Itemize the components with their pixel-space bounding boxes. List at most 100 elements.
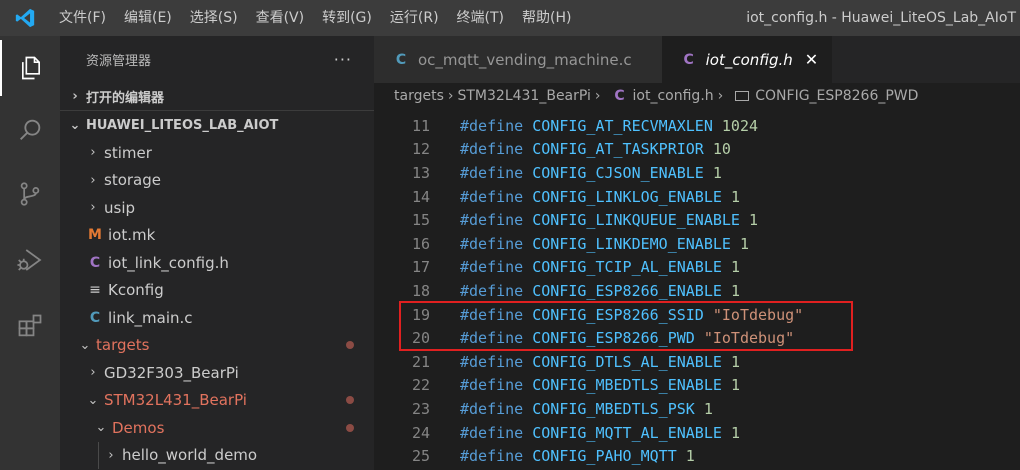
tree-item[interactable]: › hello_world_demo xyxy=(60,441,374,469)
code-text: #define CONFIG_PAHO_MQTT 1 xyxy=(460,447,695,465)
code-text: #define CONFIG_LINKDEMO_ENABLE 1 xyxy=(460,235,749,253)
tab-iot-config-h[interactable]: Ciot_config.h ✕ xyxy=(661,36,833,83)
macro-name: CONFIG_CJSON_ENABLE xyxy=(532,163,704,182)
code-text: #define CONFIG_TCIP_AL_ENABLE 1 xyxy=(460,258,740,276)
tree-item-label: Demos xyxy=(112,418,165,437)
define-keyword: #define xyxy=(460,352,524,371)
code-line: 19 #define CONFIG_ESP8266_SSID "IoTdebug" xyxy=(374,303,1020,327)
tree-item-label: STM32L431_BearPi xyxy=(104,391,247,410)
menu-item[interactable]: 编辑(E) xyxy=(115,0,181,36)
code-text: #define CONFIG_LINKLOG_ENABLE 1 xyxy=(460,188,740,206)
macro-value: 1 xyxy=(730,258,740,277)
code-text: #define CONFIG_DTLS_AL_ENABLE 1 xyxy=(460,353,740,371)
chevron-right-icon: › xyxy=(108,447,114,463)
macro-value: 1 xyxy=(685,447,695,466)
menu-item[interactable]: 转到(G) xyxy=(313,0,381,36)
code-line: 16 #define CONFIG_LINKDEMO_ENABLE 1 xyxy=(374,232,1020,256)
text-file-icon: ≡ xyxy=(89,282,101,299)
line-number: 18 xyxy=(411,281,430,300)
tree-item-label: usip xyxy=(104,198,136,217)
macro-name: CONFIG_TCIP_AL_ENABLE xyxy=(532,258,722,277)
macro-name: CONFIG_LINKLOG_ENABLE xyxy=(532,187,722,206)
macro-name: CONFIG_MBEDTLS_PSK xyxy=(532,399,695,418)
explorer-icon[interactable] xyxy=(0,40,60,96)
tree-item[interactable]: › usip xyxy=(60,194,374,222)
open-editors-section[interactable]: › 打开的编辑器 xyxy=(60,82,374,110)
c-file-icon: C xyxy=(614,88,625,104)
define-keyword: #define xyxy=(460,140,524,159)
tree-item[interactable]: Ciot_link_config.h xyxy=(60,249,374,277)
c-file-icon: C xyxy=(89,309,101,326)
open-editors-label: 打开的编辑器 xyxy=(86,90,165,106)
code-text: #define CONFIG_LINKQUEUE_ENABLE 1 xyxy=(460,211,758,229)
tab-oc-mqtt-vending-machine-c[interactable]: Coc_mqtt_vending_machine.c xyxy=(374,36,662,83)
run-debug-icon[interactable] xyxy=(0,232,60,288)
more-actions-icon[interactable]: ··· xyxy=(334,50,352,69)
define-keyword: #define xyxy=(460,187,524,206)
tree-item[interactable]: ⌄ STM32L431_BearPi xyxy=(60,387,374,415)
tree-item[interactable]: Clink_main.c xyxy=(60,304,374,332)
define-keyword: #define xyxy=(460,305,524,324)
line-number: 11 xyxy=(411,116,430,135)
modified-dot-icon xyxy=(346,423,354,432)
code-line: 20 #define CONFIG_ESP8266_PWD "IoTdebug" xyxy=(374,326,1020,350)
code-line: 21 #define CONFIG_DTLS_AL_ENABLE 1 xyxy=(374,350,1020,374)
macro-name: CONFIG_ESP8266_ENABLE xyxy=(532,281,722,300)
menu-item[interactable]: 帮助(H) xyxy=(513,0,580,36)
macro-value: 1 xyxy=(730,187,740,206)
code-text: #define CONFIG_MBEDTLS_PSK 1 xyxy=(460,400,713,418)
breadcrumb-item-targets[interactable]: targets xyxy=(394,88,444,104)
define-keyword: #define xyxy=(460,376,524,395)
tab-label: oc_mqtt_vending_machine.c xyxy=(418,50,632,69)
breadcrumb-item-symbol[interactable]: CONFIG_ESP8266_PWD xyxy=(755,88,918,104)
line-number: 20 xyxy=(411,329,430,348)
chevron-down-icon: ⌄ xyxy=(69,117,81,133)
project-section[interactable]: ⌄ HUAWEI_LITEOS_LAB_AIOT xyxy=(60,110,374,139)
breadcrumb-separator: › xyxy=(717,88,724,104)
line-number: 19 xyxy=(411,305,430,324)
tree-item[interactable]: Miot.mk xyxy=(60,222,374,250)
line-number: 12 xyxy=(411,140,430,159)
macro-value: 1 xyxy=(749,211,759,230)
define-keyword: #define xyxy=(460,211,524,230)
activity-bar xyxy=(0,36,60,470)
tree-item[interactable]: ⌄ targets xyxy=(60,332,374,360)
source-control-icon[interactable] xyxy=(0,166,60,222)
tree-item-label: stimer xyxy=(104,143,152,162)
code-line: 25 #define CONFIG_PAHO_MQTT 1 xyxy=(374,444,1020,468)
search-icon[interactable] xyxy=(0,102,60,158)
tree-item[interactable]: › storage xyxy=(60,167,374,195)
breadcrumb-item-board[interactable]: STM32L431_BearPi xyxy=(457,88,590,104)
line-number: 21 xyxy=(411,352,430,371)
chevron-down-icon: ⌄ xyxy=(95,420,107,436)
menu-item[interactable]: 终端(T) xyxy=(448,0,513,36)
close-icon[interactable]: ✕ xyxy=(805,50,818,69)
code-editor[interactable]: 11 #define CONFIG_AT_RECVMAXLEN 1024 12 #de… xyxy=(374,110,1020,470)
line-number: 23 xyxy=(411,399,430,418)
tree-item[interactable]: › stimer xyxy=(60,139,374,167)
chevron-right-icon: › xyxy=(90,365,96,381)
menu-item[interactable]: 查看(V) xyxy=(247,0,314,36)
breadcrumb-item-file[interactable]: iot_config.h xyxy=(633,88,714,104)
macro-name: CONFIG_MBEDTLS_ENABLE xyxy=(532,376,722,395)
explorer-title: 资源管理器 xyxy=(86,53,152,69)
line-number: 15 xyxy=(411,211,430,230)
extensions-icon[interactable] xyxy=(0,298,60,354)
tree-item-label: iot_link_config.h xyxy=(108,253,229,272)
code-text: #define CONFIG_ESP8266_PWD "IoTdebug" xyxy=(460,329,794,347)
tree-item[interactable]: › GD32F303_BearPi xyxy=(60,359,374,387)
tree-item[interactable]: ≡ Kconfig xyxy=(60,277,374,305)
code-text: #define CONFIG_AT_TASKPRIOR 10 xyxy=(460,140,731,158)
explorer-header: 资源管理器 ··· xyxy=(60,36,374,82)
menu-bar: 文件(F) 编辑(E) 选择(S) 查看(V) 转到(G) 运行(R) 终端(T) 帮助(H) xyxy=(50,0,580,36)
menu-item[interactable]: 运行(R) xyxy=(381,0,448,36)
define-keyword: #define xyxy=(460,399,524,418)
menu-item[interactable]: 选择(S) xyxy=(181,0,247,36)
code-line: 11 #define CONFIG_AT_RECVMAXLEN 1024 xyxy=(374,114,1020,138)
tree-item[interactable]: ⌄ Demos xyxy=(60,414,374,442)
menu-item[interactable]: 文件(F) xyxy=(50,0,115,36)
code-text: #define CONFIG_CJSON_ENABLE 1 xyxy=(460,164,722,182)
code-line: 12 #define CONFIG_AT_TASKPRIOR 10 xyxy=(374,138,1020,162)
file-tree: › stimer › storage › usip Miot.mk Ciot_link_con… xyxy=(60,139,374,469)
tree-item-label: Kconfig xyxy=(108,281,164,300)
